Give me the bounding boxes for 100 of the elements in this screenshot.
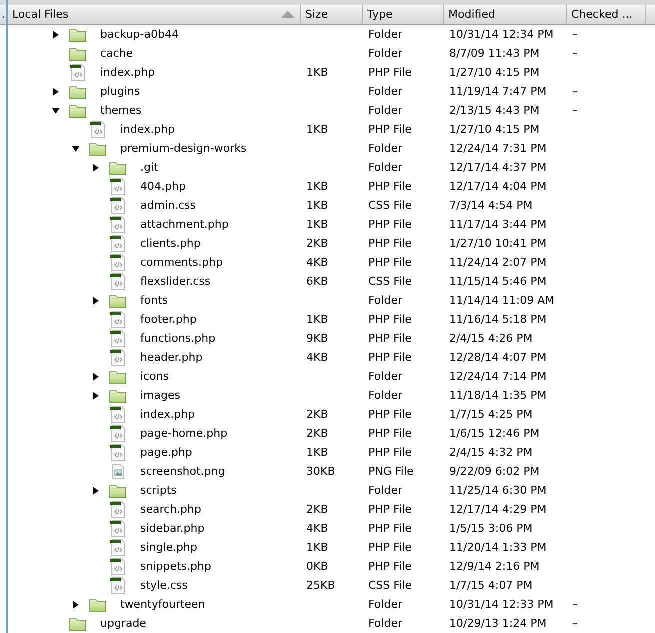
file-name[interactable]: snippets.php [140,560,212,573]
file-name[interactable]: flexslider.css [140,275,211,288]
code-file-icon [108,272,126,290]
file-size: 25KB [306,579,336,592]
modified-date: 11/16/14 5:18 PM [450,313,547,326]
expand-triangle-icon[interactable] [50,86,60,96]
checked-value: – [572,104,578,117]
file-name[interactable]: functions.php [140,332,216,345]
collapse-triangle-icon[interactable] [70,144,80,154]
column-header[interactable]: Type [362,5,444,24]
file-type: PHP File [368,66,412,79]
file-size: 1KB [306,123,328,136]
file-type: Folder [368,370,402,383]
modified-date: 10/29/13 1:24 PM [450,617,547,630]
column-header[interactable]: Size [300,5,362,24]
file-name[interactable]: comments.php [140,256,223,269]
file-name[interactable]: sidebar.php [140,522,205,535]
file-type: CSS File [368,199,412,212]
file-type: PHP File [368,408,412,421]
file-name[interactable]: twentyfourteen [120,598,206,611]
file-type: Folder [368,389,402,402]
expand-triangle-icon[interactable] [90,162,100,172]
file-name[interactable]: footer.php [140,313,197,326]
column-header[interactable]: Checked ... [566,5,646,24]
file-type: Folder [368,598,402,611]
file-size: 1KB [306,66,328,79]
modified-date: 7/3/14 4:54 PM [450,199,533,212]
file-type: Folder [368,104,402,117]
file-size: 0KB [306,560,328,573]
modified-date: 11/19/14 7:47 PM [450,85,547,98]
modified-date: 11/15/14 5:46 PM [450,275,547,288]
file-size: 1KB [306,180,328,193]
file-type: CSS File [368,275,412,288]
expand-triangle-icon[interactable] [70,600,80,610]
code-file-icon [108,520,126,538]
expand-triangle-icon[interactable] [90,390,100,400]
file-name[interactable]: upgrade [100,617,146,630]
file-name[interactable]: themes [100,104,142,117]
file-type: Folder [368,28,402,41]
file-type: PHP File [368,237,412,250]
modified-date: 1/27/10 10:41 PM [450,237,547,250]
collapse-triangle-icon[interactable] [50,106,60,116]
file-name[interactable]: clients.php [140,237,201,250]
file-name[interactable]: cache [100,47,134,60]
code-file-icon [108,330,126,348]
file-name[interactable]: style.css [140,579,188,592]
file-name[interactable]: search.php [140,503,202,516]
file-name[interactable]: plugins [100,85,140,98]
file-type: PHP File [368,503,412,516]
file-size: 1KB [306,218,328,231]
file-name[interactable]: page-home.php [140,427,228,440]
column-header[interactable]: Modified [444,5,566,24]
modified-date: 1/27/10 4:15 PM [450,123,540,136]
file-size: 9KB [306,332,328,345]
file-name[interactable]: 404.php [140,180,186,193]
file-type: PHP File [368,560,412,573]
expand-triangle-icon[interactable] [50,30,60,40]
file-name[interactable]: images [140,389,180,402]
file-name[interactable]: index.php [140,408,196,421]
file-size: 30KB [306,465,336,478]
file-type: PHP File [368,123,412,136]
file-name[interactable]: page.php [140,446,192,459]
modified-date: 11/17/14 3:44 PM [450,218,547,231]
file-type: PHP File [368,256,412,269]
code-file-icon [108,406,126,424]
file-name[interactable]: attachment.php [140,218,229,231]
code-file-icon [108,178,126,196]
file-name[interactable]: single.php [140,541,198,554]
file-name[interactable]: index.php [120,123,176,136]
file-type: PHP File [368,446,412,459]
file-type: PHP File [368,351,412,364]
file-name[interactable]: admin.css [140,199,196,212]
sort-arrow-icon [280,11,294,18]
file-type: Folder [368,47,402,60]
file-name[interactable]: screenshot.png [140,465,226,478]
file-name[interactable]: premium-design-works [120,142,247,155]
modified-date: 10/31/14 12:33 PM [450,598,554,611]
file-type: Folder [368,161,402,174]
expand-triangle-icon[interactable] [90,372,100,382]
file-size: 1KB [306,313,328,326]
file-name[interactable]: backup-a0b44 [100,28,179,41]
column-header[interactable]: Local Files [8,5,300,24]
column-header[interactable]: . [2,8,6,21]
code-file-icon [108,558,126,576]
file-name[interactable]: header.php [140,351,203,364]
modified-date: 2/4/15 4:26 PM [450,332,533,345]
code-file-icon [108,234,126,252]
expand-triangle-icon[interactable] [90,296,100,306]
modified-date: 9/22/09 6:02 PM [450,465,540,478]
expand-triangle-icon[interactable] [90,486,100,496]
file-name[interactable]: fonts [140,294,168,307]
file-name[interactable]: scripts [140,484,177,497]
file-type: PHP File [368,427,412,440]
file-type: Folder [368,294,402,307]
file-size: 1KB [306,541,328,554]
file-name[interactable]: index.php [100,66,156,79]
file-name[interactable]: icons [140,370,170,383]
file-name[interactable]: .git [140,161,158,174]
code-file-icon [108,310,126,328]
file-type: PHP File [368,522,412,535]
